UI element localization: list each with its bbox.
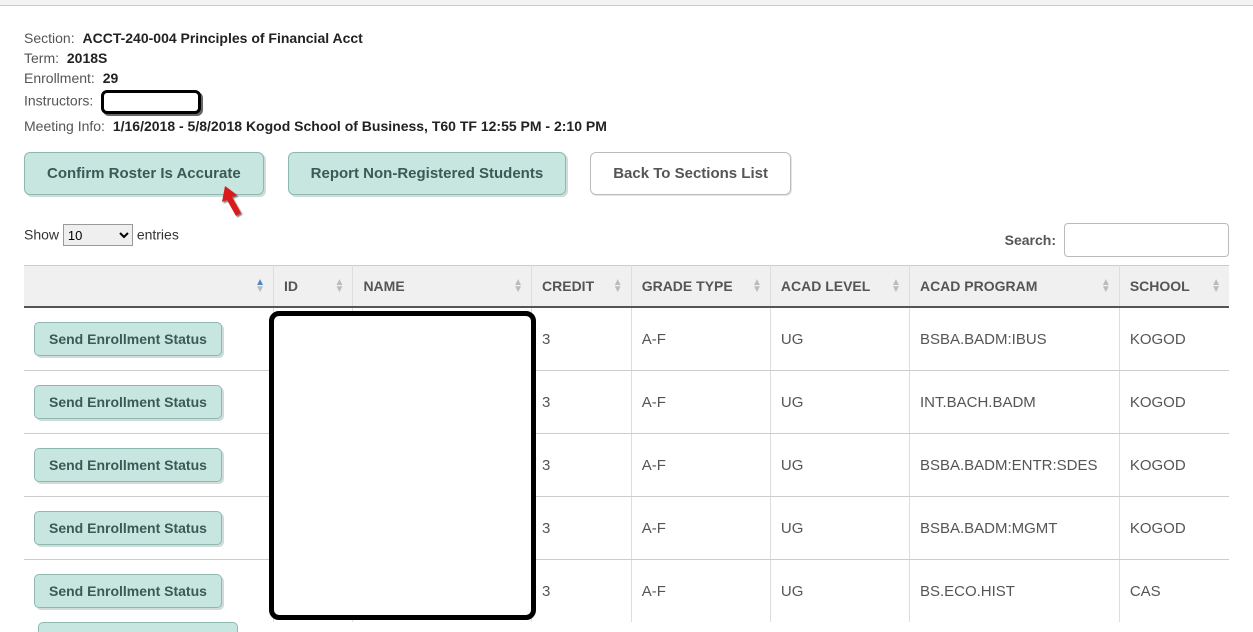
- send-enrollment-status-button[interactable]: Send Enrollment Status: [34, 574, 222, 608]
- search-label: Search:: [1005, 232, 1056, 248]
- cell-program: BSBA.BADM:ENTR:SDES: [909, 434, 1119, 497]
- id-name-redaction-box: [269, 311, 535, 620]
- meeting-value: 1/16/2018 - 5/8/2018 Kogod School of Bus…: [113, 118, 607, 134]
- meeting-label: Meeting Info:: [24, 118, 105, 134]
- cell-school: KOGOD: [1119, 497, 1229, 560]
- cell-credit: 3: [532, 307, 632, 371]
- meeting-line: Meeting Info: 1/16/2018 - 5/8/2018 Kogod…: [24, 118, 1229, 134]
- section-value: ACCT-240-004 Principles of Financial Acc…: [82, 30, 362, 46]
- cell-school: CAS: [1119, 560, 1229, 623]
- col-header-program[interactable]: ACAD PROGRAM ▲▼: [909, 266, 1119, 308]
- table-row: Send Enrollment Status 3A-FUGBSBA.BADM:IB…: [24, 307, 1229, 371]
- table-row: Send Enrollment Status 3A-FUGBS.ECO.HISTC…: [24, 560, 1229, 623]
- cell-program: INT.BACH.BADM: [909, 371, 1119, 434]
- table-row: Send Enrollment Status 3A-FUGBSBA.BADM:EN…: [24, 434, 1229, 497]
- send-enrollment-status-button[interactable]: Send Enrollment Status: [34, 385, 222, 419]
- cell-level: UG: [770, 371, 909, 434]
- cell-grade: A-F: [631, 307, 770, 371]
- col-header-id[interactable]: ID ▲▼: [273, 266, 352, 308]
- roster-table: ▲▼ ID ▲▼ NAME ▲▼ CREDIT ▲▼ G: [24, 265, 1229, 622]
- cell-credit: 3: [532, 497, 632, 560]
- col-header-action[interactable]: ▲▼: [24, 266, 273, 308]
- enrollment-line: Enrollment: 29: [24, 70, 1229, 86]
- instructors-label: Instructors:: [24, 93, 93, 109]
- cell-program: BS.ECO.HIST: [909, 560, 1119, 623]
- term-line: Term: 2018S: [24, 50, 1229, 66]
- instructors-line: Instructors:: [24, 90, 1229, 114]
- enrollment-value: 29: [103, 70, 119, 86]
- show-label-pre: Show: [24, 227, 59, 243]
- search-input[interactable]: [1064, 223, 1229, 257]
- show-label-post: entries: [137, 227, 179, 243]
- partial-next-row-button: [38, 622, 238, 632]
- cell-level: UG: [770, 307, 909, 371]
- section-label: Section:: [24, 30, 75, 46]
- cell-grade: A-F: [631, 497, 770, 560]
- back-to-sections-button[interactable]: Back To Sections List: [590, 152, 791, 195]
- entries-select[interactable]: 10: [63, 224, 133, 246]
- col-header-school[interactable]: SCHOOL ▲▼: [1119, 266, 1229, 308]
- cell-school: KOGOD: [1119, 307, 1229, 371]
- table-row: Send Enrollment Status 3A-FUGINT.BACH.BAD…: [24, 371, 1229, 434]
- cell-grade: A-F: [631, 434, 770, 497]
- table-row: Send Enrollment Status 3A-FUGBSBA.BADM:MG…: [24, 497, 1229, 560]
- cell-grade: A-F: [631, 560, 770, 623]
- cell-credit: 3: [532, 371, 632, 434]
- col-header-grade[interactable]: GRADE TYPE ▲▼: [631, 266, 770, 308]
- cell-grade: A-F: [631, 371, 770, 434]
- term-value: 2018S: [67, 50, 107, 66]
- enrollment-label: Enrollment:: [24, 70, 95, 86]
- col-header-credit[interactable]: CREDIT ▲▼: [532, 266, 632, 308]
- cell-program: BSBA.BADM:IBUS: [909, 307, 1119, 371]
- section-line: Section: ACCT-240-004 Principles of Fina…: [24, 30, 1229, 46]
- cell-school: KOGOD: [1119, 371, 1229, 434]
- instructors-redacted: [101, 90, 201, 114]
- cell-level: UG: [770, 434, 909, 497]
- report-non-registered-button[interactable]: Report Non-Registered Students: [288, 152, 567, 195]
- cell-credit: 3: [532, 434, 632, 497]
- cell-level: UG: [770, 560, 909, 623]
- send-enrollment-status-button[interactable]: Send Enrollment Status: [34, 511, 222, 545]
- cell-level: UG: [770, 497, 909, 560]
- col-header-name[interactable]: NAME ▲▼: [353, 266, 532, 308]
- term-label: Term:: [24, 50, 59, 66]
- confirm-roster-button[interactable]: Confirm Roster Is Accurate: [24, 152, 264, 195]
- show-entries-control: Show 10 entries: [24, 224, 179, 246]
- send-enrollment-status-button[interactable]: Send Enrollment Status: [34, 322, 222, 356]
- cell-school: KOGOD: [1119, 434, 1229, 497]
- col-header-level[interactable]: ACAD LEVEL ▲▼: [770, 266, 909, 308]
- cell-program: BSBA.BADM:MGMT: [909, 497, 1119, 560]
- send-enrollment-status-button[interactable]: Send Enrollment Status: [34, 448, 222, 482]
- cell-credit: 3: [532, 560, 632, 623]
